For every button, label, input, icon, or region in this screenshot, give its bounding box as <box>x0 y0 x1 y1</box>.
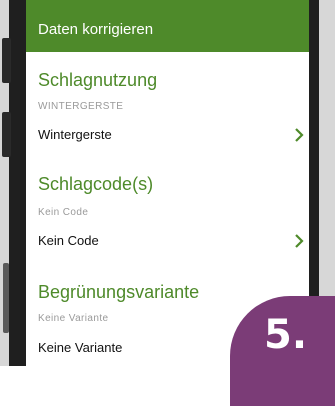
section-subtitle-schlagnutzung: WINTERGERSTE <box>38 101 124 112</box>
device-bezel-left <box>9 0 26 366</box>
row-value-begruenungsvariante[interactable]: Keine Variante <box>38 340 122 355</box>
row-value-schlagcode[interactable]: Kein Code <box>38 233 99 248</box>
volume-down-button <box>2 112 11 157</box>
side-button <box>3 263 9 333</box>
page-title: Daten korrigieren <box>38 21 154 38</box>
app-bar: Daten korrigieren <box>26 0 309 52</box>
chevron-right-icon[interactable] <box>291 233 307 249</box>
step-badge-label: 5. <box>264 312 308 358</box>
chevron-right-icon[interactable] <box>291 127 307 143</box>
volume-up-button <box>2 38 11 83</box>
row-value-schlagnutzung[interactable]: Wintergerste <box>38 127 112 142</box>
section-title-schlagcode: Schlagcode(s) <box>38 174 154 194</box>
section-title-begruenungsvariante: Begrünungsvariante <box>38 282 200 302</box>
section-subtitle-begruenungsvariante: Keine Variante <box>38 313 109 324</box>
section-subtitle-schlagcode: Kein Code <box>38 207 89 218</box>
section-title-schlagnutzung: Schlagnutzung <box>38 70 158 90</box>
